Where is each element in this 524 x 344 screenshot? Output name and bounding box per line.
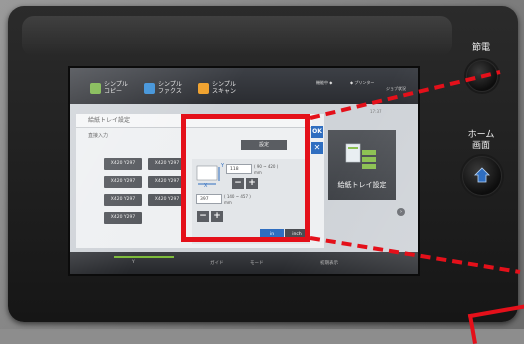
annotation-dashed-lines [309, 70, 521, 274]
